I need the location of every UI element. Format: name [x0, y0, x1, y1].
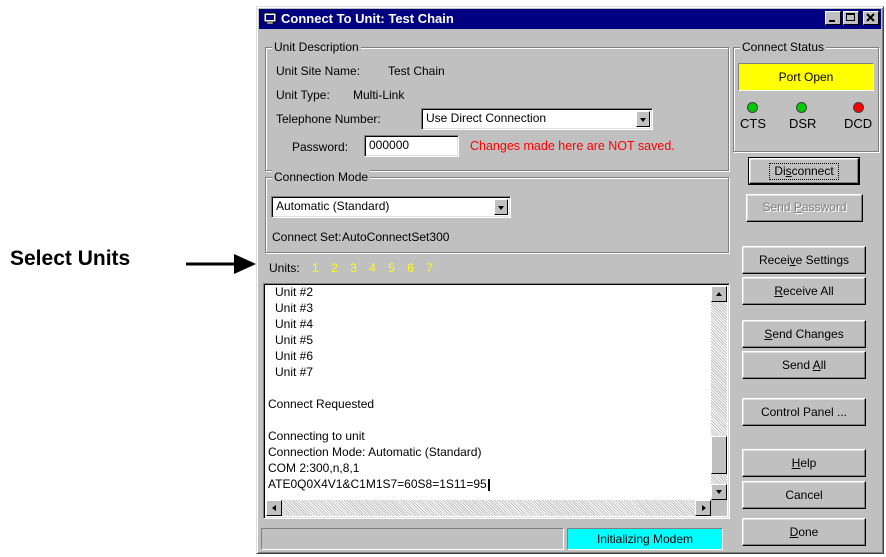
connection-mode-group: Connection Mode Automatic (Standard) Con… [265, 170, 729, 253]
log-line: Unit #4 [275, 317, 314, 331]
scroll-right-icon[interactable] [695, 500, 711, 516]
callout-arrow-icon [186, 254, 256, 274]
dsr-led-icon [796, 102, 807, 113]
unit-description-label: Unit Description [272, 40, 361, 54]
unit-type-value: Multi-Link [353, 88, 405, 102]
statusbar-left-pane [261, 528, 564, 550]
dcd-led-icon [853, 102, 864, 113]
telephone-select-value: Use Direct Connection [426, 111, 547, 125]
telephone-label: Telephone Number: [276, 112, 381, 126]
receive-all-button[interactable]: Receive All [742, 277, 866, 305]
dcd-label: DCD [844, 116, 873, 131]
scroll-corner [711, 500, 727, 516]
log-vertical-scrollbar[interactable] [711, 286, 727, 500]
log-line: Unit #7 [275, 365, 314, 379]
unit-2-link[interactable]: 2 [331, 261, 338, 275]
log-line: ATE0Q0X4V1&C1M1S7=60S8=1S11=95 [268, 476, 709, 492]
log-line: Unit #3 [275, 301, 314, 315]
minimize-icon [829, 20, 835, 22]
done-button[interactable]: Done [742, 518, 866, 546]
log-horizontal-scrollbar[interactable] [266, 500, 711, 516]
cts-label: CTS [740, 116, 766, 131]
chevron-down-icon[interactable] [636, 111, 650, 127]
password-label: Password: [292, 140, 349, 154]
statusbar-message: Initializing Modem [596, 532, 694, 546]
chevron-down-icon[interactable] [494, 199, 508, 215]
dsr-label: DSR [789, 116, 817, 131]
connection-log[interactable]: Unit #2 Unit #3 Unit #4 Unit #5 Unit #6 Unit … [263, 283, 730, 519]
app-icon [263, 12, 277, 25]
cts-led-icon [747, 102, 758, 113]
units-selector: Units: 1 2 3 4 5 6 7 [269, 261, 433, 275]
control-panel-button[interactable]: Control Panel ... [742, 398, 866, 426]
unit-description-group: Unit Description Unit Site Name: Test Ch… [265, 40, 729, 171]
units-label: Units: [269, 261, 300, 275]
scroll-left-icon[interactable] [266, 500, 282, 516]
password-field[interactable]: 000000 [364, 135, 459, 157]
connect-set-value: AutoConnectSet300 [342, 230, 450, 244]
site-name-label: Unit Site Name: [276, 64, 361, 78]
send-all-button[interactable]: Send All [742, 351, 866, 379]
unit-1-link[interactable]: 1 [312, 261, 319, 275]
port-status-text: Port Open [778, 70, 834, 84]
log-lines: Unit #2 Unit #3 Unit #4 Unit #5 Unit #6 Unit … [268, 284, 709, 492]
disconnect-button[interactable]: Disconnect [748, 157, 860, 185]
port-status-indicator: Port Open [738, 63, 874, 91]
connect-to-unit-window: Connect To Unit: Test Chain Unit Descrip… [256, 6, 884, 554]
connect-status-group: Connect Status Port Open CTS DSR DCD [733, 40, 879, 152]
connection-mode-select[interactable]: Automatic (Standard) [271, 196, 511, 218]
select-units-callout: Select Units [10, 247, 131, 270]
close-button[interactable] [863, 11, 879, 25]
telephone-select[interactable]: Use Direct Connection [421, 108, 653, 130]
connect-status-label: Connect Status [740, 40, 827, 54]
connect-set-label: Connect Set: [272, 230, 342, 244]
text-caret [487, 478, 490, 491]
unit-5-link[interactable]: 5 [388, 261, 395, 275]
log-line: Connect Requested [268, 397, 375, 411]
maximize-icon [846, 13, 855, 21]
statusbar-message-pane: Initializing Modem [567, 528, 723, 550]
log-line: Unit #2 [275, 285, 314, 299]
help-button[interactable]: Help [742, 449, 866, 477]
scroll-down-icon[interactable] [711, 484, 727, 500]
cancel-button[interactable]: Cancel [742, 481, 866, 509]
send-password-button[interactable]: Send Password [746, 194, 863, 222]
unit-4-link[interactable]: 4 [369, 261, 376, 275]
log-line: Unit #5 [275, 333, 314, 347]
send-changes-button[interactable]: Send Changes [742, 320, 866, 348]
log-line: COM 2:300,n,8,1 [268, 461, 360, 475]
title-bar[interactable]: Connect To Unit: Test Chain [259, 9, 881, 29]
window-title: Connect To Unit: Test Chain [281, 11, 454, 26]
receive-settings-button[interactable]: Receive Settings [742, 246, 866, 274]
scroll-thumb[interactable] [711, 436, 727, 474]
unsaved-warning: Changes made here are NOT saved. [470, 139, 675, 153]
connection-mode-label: Connection Mode [272, 170, 371, 184]
log-line: Connecting to unit [268, 429, 365, 443]
maximize-button[interactable] [843, 11, 859, 25]
unit-6-link[interactable]: 6 [407, 261, 414, 275]
password-value: 000000 [369, 138, 410, 152]
site-name-value: Test Chain [388, 64, 445, 78]
log-line: Unit #6 [275, 349, 314, 363]
close-icon [866, 13, 875, 22]
unit-7-link[interactable]: 7 [426, 261, 433, 275]
unit-3-link[interactable]: 3 [350, 261, 357, 275]
minimize-button[interactable] [825, 11, 841, 25]
connection-mode-value: Automatic (Standard) [276, 199, 390, 213]
unit-type-label: Unit Type: [276, 88, 330, 102]
log-line: Connection Mode: Automatic (Standard) [268, 445, 482, 459]
scroll-up-icon[interactable] [711, 286, 727, 302]
